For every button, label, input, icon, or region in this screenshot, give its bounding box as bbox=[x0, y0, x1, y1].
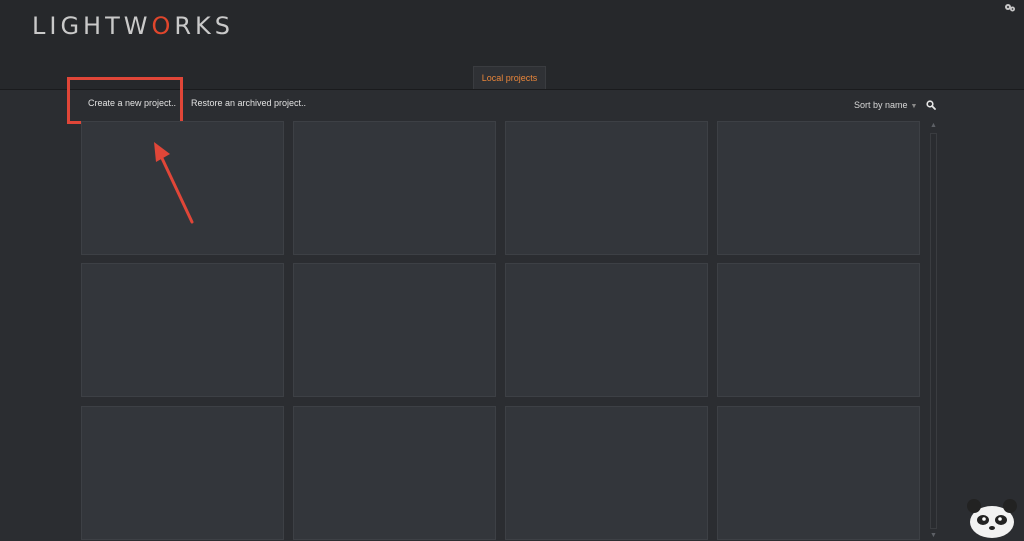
vertical-scrollbar[interactable]: ▲ ▼ bbox=[928, 121, 939, 541]
scroll-track[interactable] bbox=[930, 133, 937, 529]
tab-local-projects[interactable]: Local projects bbox=[473, 66, 546, 89]
search-icon[interactable] bbox=[926, 100, 936, 110]
annotation-arrow-icon bbox=[154, 142, 194, 224]
sort-label: Sort by name bbox=[854, 100, 908, 110]
annotation-highlight-box bbox=[67, 77, 183, 124]
project-card[interactable] bbox=[293, 121, 496, 255]
project-card[interactable] bbox=[81, 263, 284, 397]
project-card[interactable] bbox=[505, 406, 708, 540]
lightworks-logo: LIGHTWORKS bbox=[32, 12, 235, 40]
project-card[interactable] bbox=[505, 263, 708, 397]
sort-dropdown[interactable]: Sort by name ▼ bbox=[854, 100, 917, 110]
project-card[interactable] bbox=[505, 121, 708, 255]
scroll-down-icon[interactable]: ▼ bbox=[928, 531, 939, 541]
settings-icon[interactable] bbox=[1004, 2, 1016, 14]
project-card[interactable] bbox=[717, 263, 920, 397]
project-card[interactable] bbox=[717, 406, 920, 540]
project-card[interactable] bbox=[293, 263, 496, 397]
project-card[interactable] bbox=[717, 121, 920, 255]
project-card[interactable] bbox=[293, 406, 496, 540]
project-grid bbox=[81, 121, 920, 541]
project-card[interactable] bbox=[81, 406, 284, 540]
scroll-up-icon[interactable]: ▲ bbox=[928, 121, 939, 131]
chevron-down-icon: ▼ bbox=[910, 103, 918, 110]
panda-icon bbox=[967, 499, 1017, 538]
restore-project-link[interactable]: Restore an archived project.. bbox=[191, 98, 306, 108]
